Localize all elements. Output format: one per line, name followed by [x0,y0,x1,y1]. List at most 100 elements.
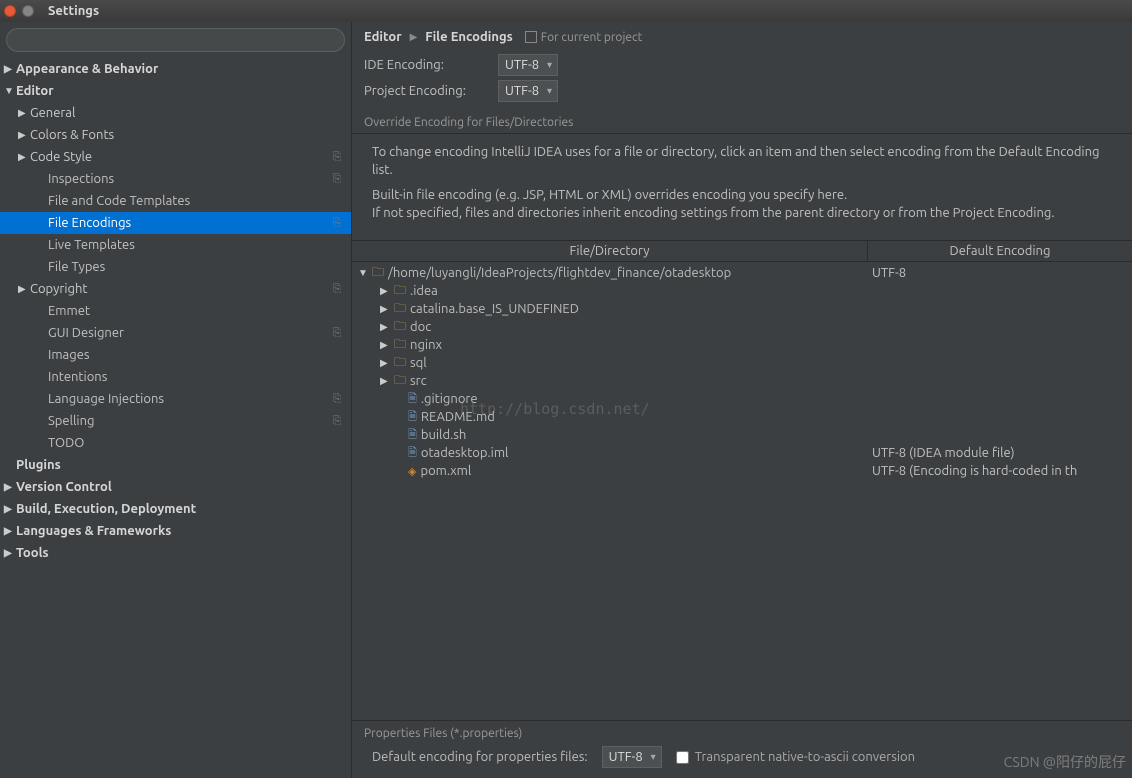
table-row[interactable]: ▶🗀catalina.base_IS_UNDEFINED [358,300,1132,318]
encoding-value[interactable]: UTF-8 (Encoding is hard-coded in th [868,464,1132,478]
sidebar-item-build-execution-deployment[interactable]: ▶Build, Execution, Deployment [0,498,351,520]
expand-arrow-icon: ▶ [18,151,28,163]
sidebar-item-plugins[interactable]: Plugins [0,454,351,476]
expand-arrow-icon: ▶ [18,283,28,295]
sidebar-item-label: Editor [16,84,351,98]
sidebar-item-label: Copyright [30,282,329,296]
sidebar-item-emmet[interactable]: Emmet [0,300,351,322]
table-row[interactable]: ▶ 🗀 src [358,372,1132,390]
table-row[interactable]: ▶🗀nginx [358,336,1132,354]
breadcrumb-editor[interactable]: Editor [364,30,402,44]
col-file-directory[interactable]: File/Directory [352,241,868,261]
file-name: src [410,374,427,388]
credit: CSDN @阳仔的屁仔 [1004,752,1126,772]
sidebar-item-code-style[interactable]: ▶Code Style⎘ [0,146,351,168]
sidebar-item-general[interactable]: ▶General [0,102,351,124]
sidebar-item-images[interactable]: Images [0,344,351,366]
sidebar-item-language-injections[interactable]: Language Injections⎘ [0,388,351,410]
sidebar-item-label: Emmet [48,304,351,318]
encoding-value[interactable]: UTF-8 [868,266,1132,280]
file-icon: 🗎 [408,390,417,409]
sidebar-item-label: TODO [48,436,351,450]
xml-file-icon: ◈ [408,465,416,478]
col-default-encoding[interactable]: Default Encoding [868,241,1132,261]
table-row[interactable]: 🗎 .gitignore [358,390,1132,408]
sidebar-item-editor[interactable]: ▼Editor [0,80,351,102]
project-badge-icon: ⎘ [329,173,345,186]
content-pane: Editor ▶ File Encodings For current proj… [352,22,1132,778]
project-badge-icon: ⎘ [329,327,345,340]
settings-tree: ▶Appearance & Behavior▼Editor▶General▶Co… [0,58,351,778]
sidebar-item-label: File and Code Templates [48,194,351,208]
sidebar-item-file-and-code-templates[interactable]: File and Code Templates [0,190,351,212]
sidebar-item-colors-fonts[interactable]: ▶Colors & Fonts [0,124,351,146]
project-encoding-combo[interactable]: UTF-8 [498,80,558,102]
tree-arrow-icon: ▶ [380,285,390,297]
table-row[interactable]: ◈ pom.xml UTF-8 (Encoding is hard-coded in… [358,462,1132,480]
project-badge-icon: ⎘ [329,283,345,296]
file-tree-body: ▼ 🗀 /home/luyangli/IdeaProjects/flightdev_… [352,262,1132,720]
sidebar-item-label: Images [48,348,351,362]
sidebar-item-intentions[interactable]: Intentions [0,366,351,388]
file-name: sql [410,356,427,370]
table-row[interactable]: 🗎 build.sh [358,426,1132,444]
ide-encoding-combo[interactable]: UTF-8 [498,54,558,76]
sidebar-item-label: Tools [16,546,351,560]
encoding-value[interactable]: UTF-8 (IDEA module file) [868,446,1132,460]
tree-arrow-icon: ▼ [358,267,368,279]
tree-arrow-icon: ▶ [380,375,390,387]
sidebar-item-copyright[interactable]: ▶Copyright⎘ [0,278,351,300]
search-input[interactable] [6,28,345,52]
project-scope-icon [525,31,537,43]
sidebar-item-label: Intentions [48,370,351,384]
file-icon: 🗎 [408,426,417,445]
expand-arrow-icon: ▶ [18,107,28,119]
table-row[interactable]: 🗎otadesktop.imlUTF-8 (IDEA module file) [358,444,1132,462]
close-icon[interactable] [4,5,16,17]
sidebar-item-inspections[interactable]: Inspections⎘ [0,168,351,190]
expand-arrow-icon: ▼ [4,85,14,97]
sidebar-item-tools[interactable]: ▶Tools [0,542,351,564]
sidebar-item-gui-designer[interactable]: GUI Designer⎘ [0,322,351,344]
file-name: nginx [410,338,442,352]
breadcrumb-file-encodings: File Encodings [425,30,513,44]
minimize-icon[interactable] [22,5,34,17]
file-name: README.md [421,410,495,424]
expand-arrow-icon: ▶ [4,481,14,493]
sidebar-item-spelling[interactable]: Spelling⎘ [0,410,351,432]
breadcrumb: Editor ▶ File Encodings For current proj… [352,22,1132,52]
sidebar-item-label: Plugins [16,458,351,472]
file-icon: 🗎 [408,408,417,427]
file-name: .idea [410,284,438,298]
folder-icon: 🗀 [394,371,406,392]
table-row[interactable]: ▼🗀/home/luyangli/IdeaProjects/flightdev_… [358,264,1132,282]
sidebar-item-label: Languages & Frameworks [16,524,351,538]
project-badge-icon: ⎘ [329,217,345,230]
properties-encoding-label: Default encoding for properties files: [372,750,588,764]
sidebar-item-file-encodings[interactable]: File Encodings⎘ [0,212,351,234]
file-name: pom.xml [420,464,471,478]
table-row[interactable]: 🗎 README.md [358,408,1132,426]
sidebar-item-todo[interactable]: TODO [0,432,351,454]
sidebar-item-label: GUI Designer [48,326,329,340]
sidebar-item-languages-frameworks[interactable]: ▶Languages & Frameworks [0,520,351,542]
table-row[interactable]: ▶🗀.idea [358,282,1132,300]
sidebar-item-label: Spelling [48,414,329,428]
file-name: .gitignore [421,392,478,406]
file-name: build.sh [421,428,466,442]
table-row[interactable]: ▶🗀sql [358,354,1132,372]
table-row[interactable]: ▶🗀doc [358,318,1132,336]
sidebar-item-appearance-behavior[interactable]: ▶Appearance & Behavior [0,58,351,80]
properties-encoding-combo[interactable]: UTF-8 [602,746,662,768]
override-section-header: Override Encoding for Files/Directories [352,116,1132,134]
tree-arrow-icon: ▶ [380,339,390,351]
expand-arrow-icon: ▶ [4,63,14,75]
expand-arrow-icon: ▶ [4,525,14,537]
sidebar-item-file-types[interactable]: File Types [0,256,351,278]
properties-header: Properties Files (*.properties) [364,727,1120,746]
sidebar-item-live-templates[interactable]: Live Templates [0,234,351,256]
file-name: /home/luyangli/IdeaProjects/flightdev_fi… [388,266,731,280]
sidebar-item-version-control[interactable]: ▶Version Control [0,476,351,498]
sidebar-item-label: Code Style [30,150,329,164]
transparent-ascii-checkbox[interactable]: Transparent native-to-ascii conversion [676,750,915,764]
